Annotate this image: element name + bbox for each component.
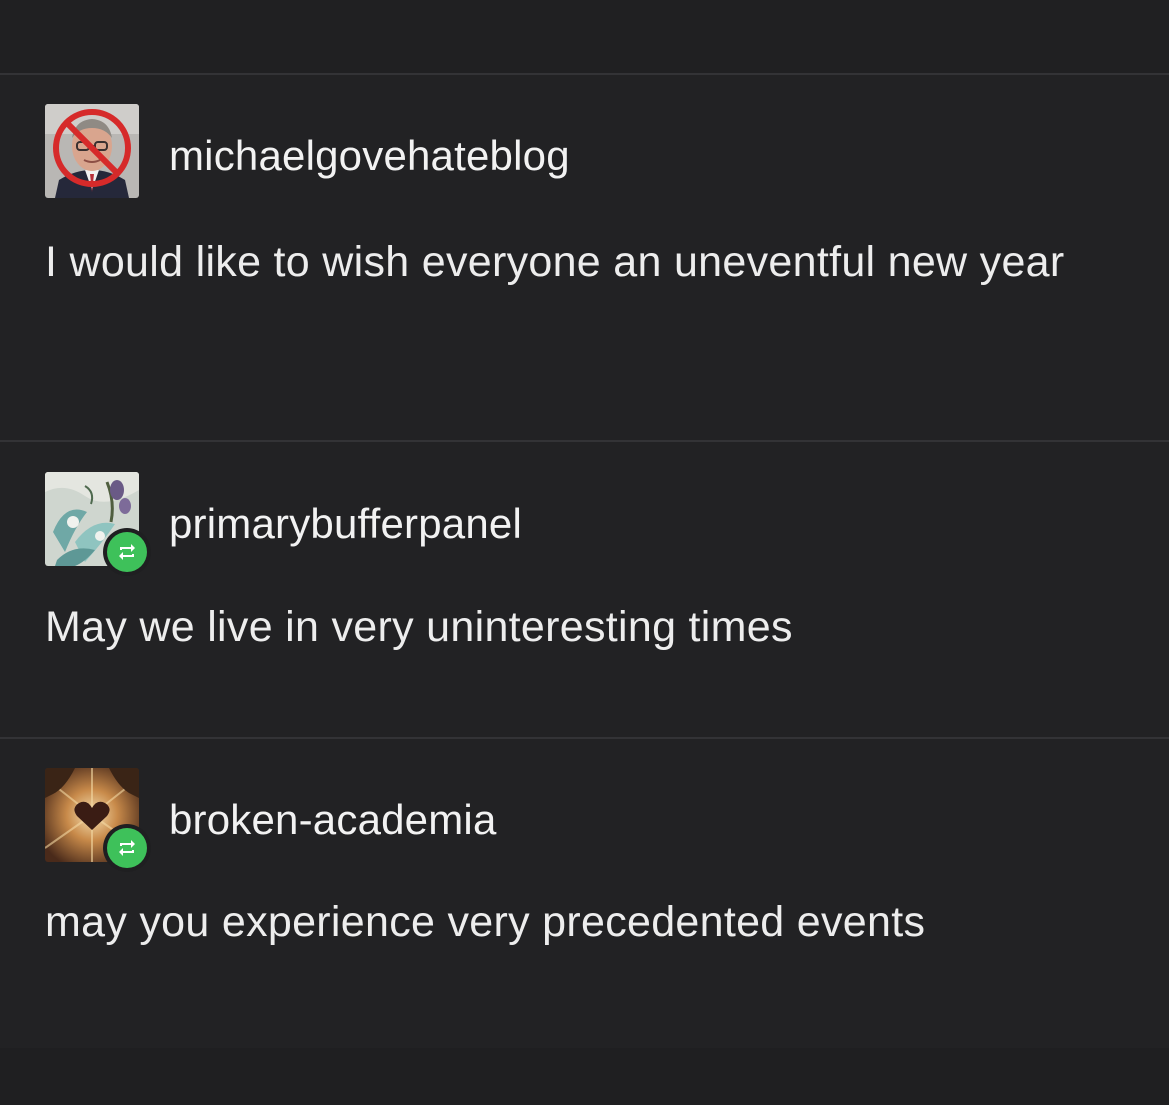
- crossed-out-portrait-avatar[interactable]: [45, 104, 139, 198]
- divider: [0, 737, 1169, 739]
- post-text: may you experience very precedented even…: [45, 898, 926, 946]
- divider: [0, 440, 1169, 442]
- bottom-band: [0, 1048, 1169, 1105]
- username[interactable]: michaelgovehateblog: [169, 132, 570, 180]
- post-text: I would like to wish everyone an unevent…: [45, 238, 1065, 286]
- top-band: [0, 0, 1169, 73]
- post-text: May we live in very uninteresting times: [45, 603, 793, 651]
- reblog-icon: [103, 528, 151, 576]
- username[interactable]: primarybufferpanel: [169, 500, 522, 548]
- divider-top: [0, 73, 1169, 75]
- post-header: broken-academia: [45, 768, 1125, 872]
- reblog-icon: [103, 824, 151, 872]
- post-header: primarybufferpanel: [45, 472, 1125, 576]
- post-header: michaelgovehateblog: [45, 104, 1125, 200]
- username[interactable]: broken-academia: [169, 796, 497, 844]
